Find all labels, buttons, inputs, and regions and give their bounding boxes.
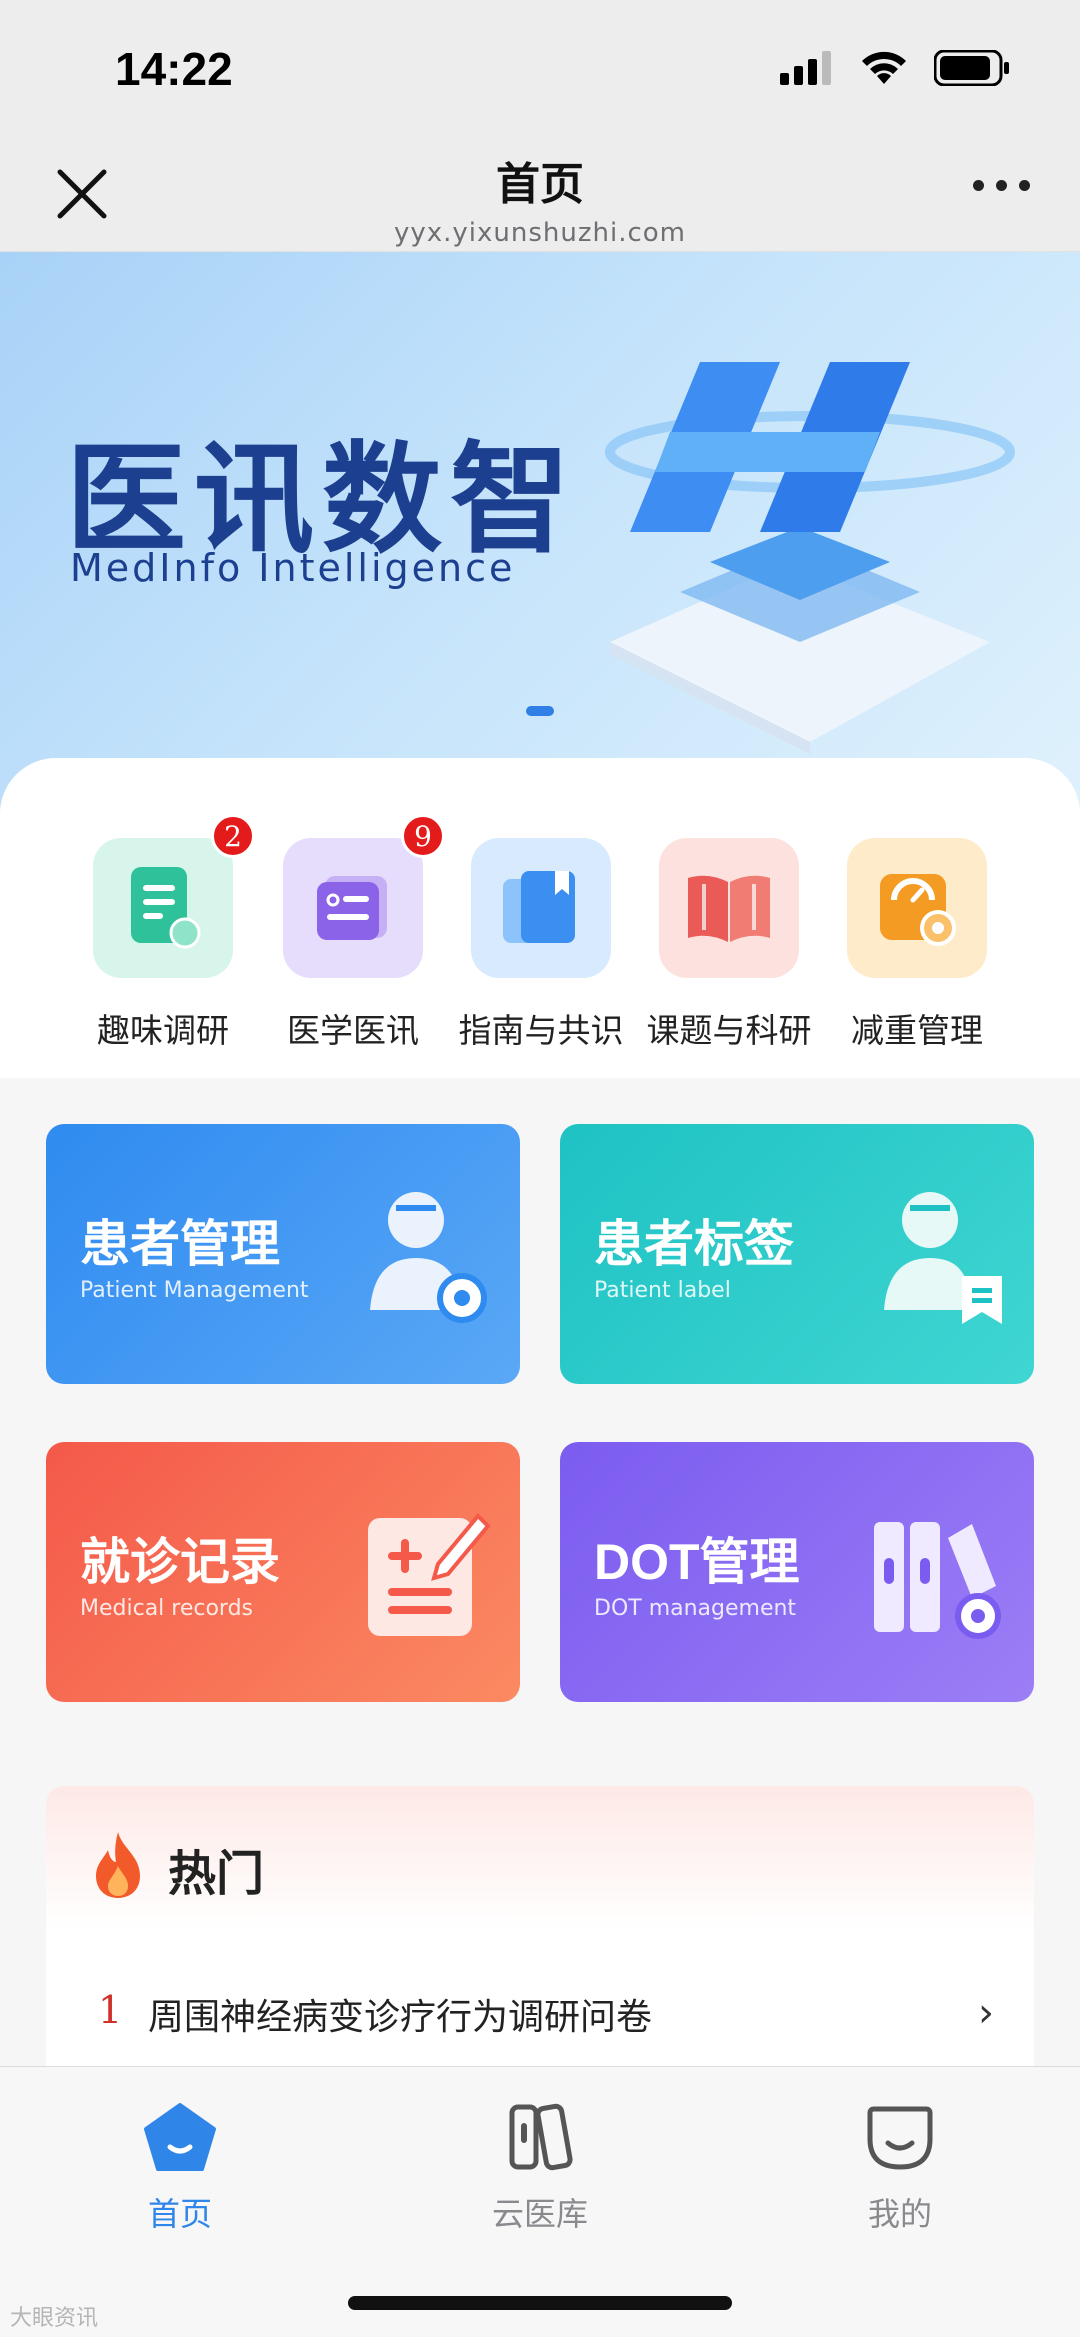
signal-icon [780, 51, 831, 85]
quick-action-survey[interactable]: 2 趣味调研 [68, 814, 258, 1052]
news-badge: 9 [401, 814, 445, 858]
quick-action-label: 课题与科研 [646, 1011, 812, 1050]
binders-gear-icon [874, 1522, 1001, 1639]
library-icon [509, 2103, 573, 2171]
profile-face-icon [867, 2106, 933, 2170]
card-subtitle: Medical records [80, 1596, 254, 1621]
news-icon: 9 [283, 814, 445, 978]
card-title: 就诊记录 [80, 1534, 280, 1590]
status-bar: 14:22 [0, 0, 1080, 140]
hot-list-item[interactable]: 1 周围神经病变诊疗行为调研问卷 › [46, 1976, 1034, 2056]
card-subtitle: Patient label [594, 1278, 731, 1303]
tab-library[interactable]: 云医库 [440, 2097, 640, 2235]
tab-profile[interactable]: 我的 [800, 2097, 1000, 2235]
battery-icon [934, 50, 1009, 86]
banner[interactable]: 医讯数智 [0, 252, 1080, 812]
status-icons [780, 50, 1010, 86]
watermark: 大眼资讯 [10, 2306, 99, 2331]
status-time: 14:22 [115, 43, 233, 95]
hot-item-rank: 1 [98, 1988, 123, 2032]
scale-gear-icon [847, 838, 987, 978]
tab-home[interactable]: 首页 [80, 2097, 280, 2235]
tab-label: 云医库 [491, 2195, 588, 2233]
nav-bar: 首页 yyx.yixunshuzhi.com [0, 140, 1080, 252]
card-medical-records[interactable]: 就诊记录 Medical records [46, 1442, 520, 1702]
hot-item-title: 周围神经病变诊疗行为调研问卷 [148, 1997, 653, 2038]
home-indicator [348, 2296, 732, 2310]
card-title: 患者管理 [80, 1216, 280, 1272]
quick-action-weight[interactable]: 减重管理 [822, 838, 1012, 1052]
banner-subtitle: MedInfo Intelligence [70, 546, 516, 590]
record-edit-icon [368, 1513, 491, 1636]
page-url: yyx.yixunshuzhi.com [393, 218, 687, 248]
card-title: 患者标签 [594, 1216, 794, 1272]
hot-section: 热门 1 周围神经病变诊疗行为调研问卷 › [46, 1786, 1034, 2106]
banner-pagination-dot [526, 706, 554, 716]
card-subtitle: DOT management [594, 1596, 797, 1621]
quick-action-label: 指南与共识 [458, 1011, 624, 1050]
home-pentagon-icon [144, 2103, 216, 2171]
nav-title-group: 首页 yyx.yixunshuzhi.com [0, 148, 1080, 248]
quick-action-research[interactable]: 课题与科研 [634, 838, 824, 1052]
quick-action-label: 减重管理 [851, 1011, 983, 1050]
chevron-right-icon: › [978, 1990, 994, 2036]
more-icon[interactable] [973, 180, 1030, 191]
fire-icon [96, 1832, 140, 1898]
hot-title: 热门 [168, 1846, 265, 1902]
card-title: DOT管理 [594, 1534, 800, 1590]
quick-action-label: 趣味调研 [97, 1011, 229, 1050]
patient-gear-icon [370, 1192, 487, 1323]
card-patient-management[interactable]: 患者管理 Patient Management [46, 1124, 520, 1384]
main-content: 2 趣味调研 9 医学医讯 指南与共识 课题与科研 减重管理 患者管理 Pati… [0, 758, 1080, 2106]
quick-actions: 2 趣味调研 9 医学医讯 指南与共识 课题与科研 减重管理 [0, 758, 1080, 1078]
card-subtitle: Patient Management [80, 1278, 309, 1303]
patient-tag-icon [884, 1192, 1002, 1324]
open-book-icon [659, 838, 799, 978]
survey-icon: 2 [93, 814, 255, 978]
quick-action-guide[interactable]: 指南与共识 [446, 838, 636, 1052]
card-patient-label[interactable]: 患者标签 Patient label [560, 1124, 1034, 1384]
wifi-icon [862, 51, 906, 84]
tab-label: 首页 [147, 2195, 212, 2233]
survey-badge: 2 [211, 814, 255, 858]
quick-action-news[interactable]: 9 医学医讯 [258, 814, 448, 1052]
tab-label: 我的 [867, 2195, 932, 2233]
page-title: 首页 [496, 159, 584, 210]
quick-action-label: 医学医讯 [287, 1011, 419, 1050]
banner-logo-art [605, 362, 1015, 754]
guide-book-icon [471, 838, 611, 978]
card-dot-management[interactable]: DOT管理 DOT management [560, 1442, 1034, 1702]
